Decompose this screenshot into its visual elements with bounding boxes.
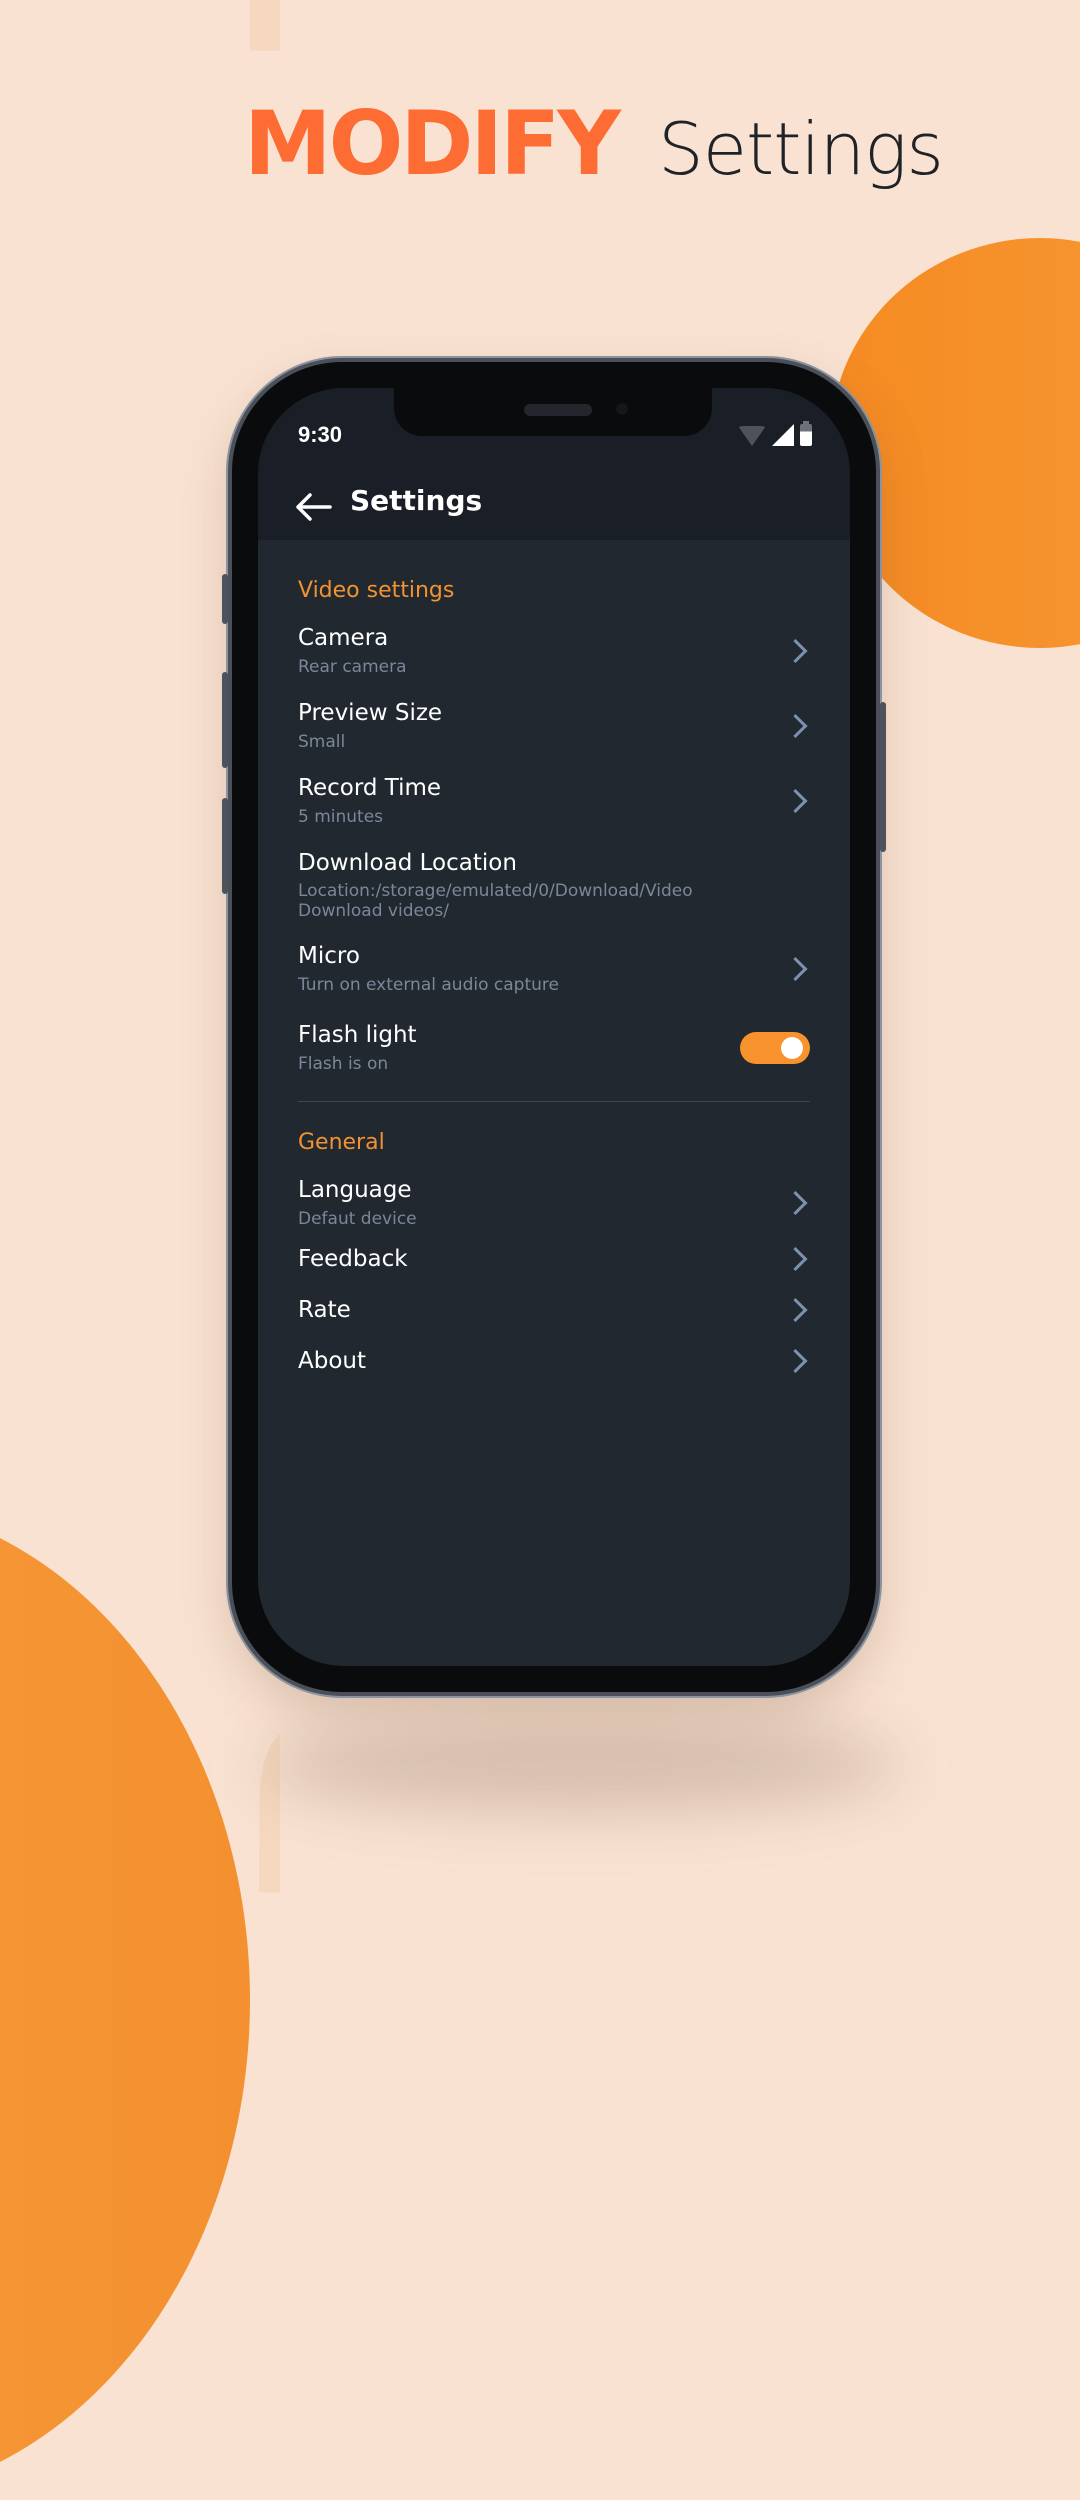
setting-title: Micro (298, 943, 360, 969)
signal-icon (772, 424, 794, 446)
settings-list: Video settings Camera Rear camera Previe… (258, 540, 850, 1376)
setting-title: Preview Size (298, 700, 443, 726)
setting-download-location[interactable]: Download Location Location:/storage/emul… (298, 848, 810, 921)
setting-title: Camera (298, 625, 389, 651)
setting-subtitle: Defaut device (298, 1209, 417, 1229)
phone-shadow (260, 1720, 900, 1810)
notch (394, 388, 712, 436)
volume-down-button (222, 798, 228, 894)
wifi-icon (738, 426, 766, 446)
section-header-video: Video settings (298, 578, 455, 603)
volume-up-button (222, 672, 228, 768)
battery-icon (800, 421, 812, 446)
section-header-general: General (298, 1130, 385, 1155)
setting-subtitle: 5 minutes (298, 807, 384, 827)
setting-record-time[interactable]: Record Time 5 minutes (298, 773, 810, 828)
speaker-grille (524, 404, 592, 416)
page-title: Settings (350, 484, 483, 517)
setting-preview-size[interactable]: Preview Size Small (298, 698, 810, 753)
section-divider (298, 1101, 810, 1102)
phone-mockup: 9:30 Settings Video settings Camera Rear… (222, 362, 886, 1692)
power-button (880, 702, 886, 852)
poster-headline: MODIFY Settings (244, 92, 944, 195)
setting-flash-light[interactable]: Flash light Flash is on (298, 1020, 810, 1075)
setting-subtitle: Flash is on (298, 1054, 389, 1074)
setting-title: Language (298, 1177, 412, 1203)
setting-title: Rate (298, 1297, 351, 1323)
setting-camera[interactable]: Camera Rear camera (298, 623, 810, 678)
app-bar: 9:30 Settings (258, 388, 850, 540)
silent-switch (222, 574, 228, 624)
setting-subtitle: Turn on external audio capture (298, 975, 559, 995)
setting-title: Record Time (298, 775, 442, 801)
setting-about[interactable]: About (298, 1346, 810, 1376)
headline-light: Settings (658, 107, 944, 191)
front-camera (616, 403, 628, 415)
setting-title: Feedback (298, 1246, 408, 1272)
setting-subtitle: Small (298, 732, 346, 752)
setting-language[interactable]: Language Defaut device (298, 1175, 810, 1230)
headline-bold: MODIFY (244, 92, 621, 195)
status-time: 9:30 (298, 422, 343, 447)
toggle-knob (781, 1036, 803, 1059)
status-icons (738, 421, 812, 446)
setting-feedback[interactable]: Feedback (298, 1244, 810, 1274)
flash-light-toggle[interactable] (740, 1031, 810, 1064)
back-button[interactable] (294, 492, 332, 522)
setting-subtitle: Rear camera (298, 657, 407, 677)
setting-title: Flash light (298, 1022, 417, 1048)
setting-title: Download Location (298, 850, 517, 876)
setting-micro[interactable]: Micro Turn on external audio capture (298, 941, 810, 996)
setting-rate[interactable]: Rate (298, 1295, 810, 1325)
setting-subtitle: Location:/storage/emulated/0/Download/Vi… (298, 881, 693, 921)
arrow-left-icon (296, 493, 332, 521)
setting-title: About (298, 1348, 367, 1374)
phone-screen: 9:30 Settings Video settings Camera Rear… (258, 388, 850, 1666)
